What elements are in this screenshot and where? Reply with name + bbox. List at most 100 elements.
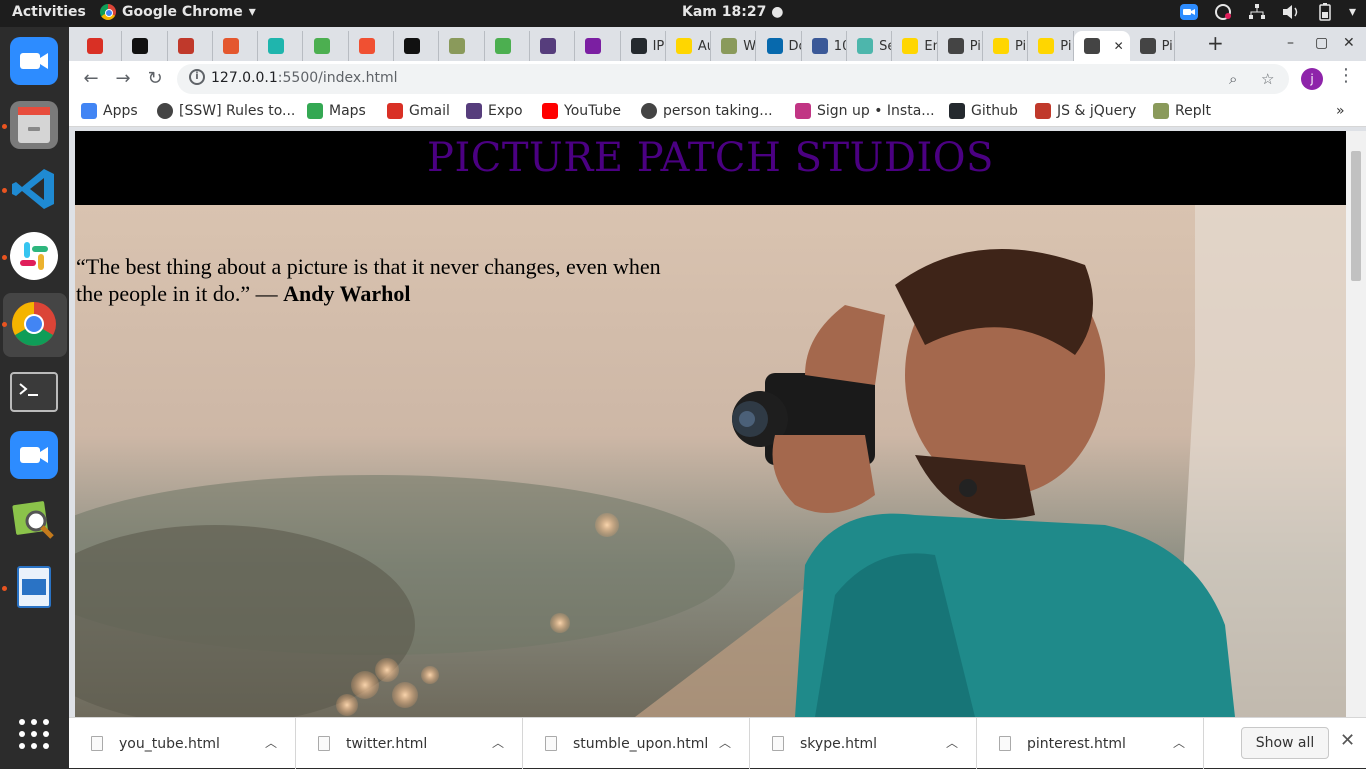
youtube-icon — [542, 103, 558, 119]
document-viewer-icon[interactable] — [10, 563, 58, 611]
browser-tab[interactable]: ✕ — [1073, 31, 1130, 61]
maps-icon — [307, 103, 323, 119]
browser-tab[interactable]: Pi — [1028, 31, 1074, 61]
address-url: 127.0.0.1:5500/index.html — [211, 70, 398, 86]
bookmark-item[interactable]: [SSW] Rules to... — [157, 103, 295, 119]
download-item[interactable]: pinterest.html ︿ — [977, 718, 1204, 769]
new-tab-button[interactable]: + — [1207, 31, 1224, 55]
volume-icon[interactable] — [1281, 3, 1301, 21]
browser-tab[interactable]: W — [711, 31, 757, 61]
bookmark-item[interactable]: Apps — [81, 103, 138, 119]
browser-tab[interactable]: Au — [666, 31, 712, 61]
bookmark-item[interactable]: Gmail — [387, 103, 450, 119]
close-download-shelf-icon[interactable]: ✕ — [1340, 730, 1355, 751]
site-info-icon[interactable]: i — [189, 69, 205, 85]
image-viewer-icon[interactable] — [10, 497, 58, 545]
browser-tab[interactable]: IP — [621, 31, 666, 61]
activities-button[interactable]: Activities — [12, 4, 86, 20]
browser-tab[interactable] — [258, 31, 304, 61]
browser-tab[interactable] — [439, 31, 485, 61]
chevron-down-icon[interactable]: ▾ — [1349, 4, 1356, 20]
forward-button[interactable]: → — [111, 67, 135, 91]
chevron-up-icon[interactable]: ︿ — [946, 734, 958, 751]
scrollbar-thumb[interactable] — [1351, 151, 1361, 281]
bookmark-item[interactable]: Maps — [307, 103, 366, 119]
ask-icon — [222, 38, 239, 54]
browser-tab[interactable] — [530, 31, 576, 61]
browser-tab[interactable] — [349, 31, 395, 61]
browser-tab[interactable] — [304, 31, 349, 61]
chevron-up-icon[interactable]: ︿ — [492, 734, 504, 751]
chevron-up-icon[interactable]: ︿ — [1173, 734, 1185, 751]
tree-icon — [721, 38, 738, 54]
show-all-downloads-button[interactable]: Show all — [1241, 727, 1329, 759]
browser-tab[interactable] — [394, 31, 440, 61]
download-item[interactable]: you_tube.html ︿ — [69, 718, 296, 769]
browser-tab[interactable] — [77, 31, 123, 61]
bookmark-item[interactable]: Sign up • Insta... — [795, 103, 935, 119]
vscode-icon[interactable] — [10, 165, 58, 213]
terminal-icon[interactable] — [10, 372, 58, 412]
minimize-icon[interactable]: – — [1287, 35, 1294, 51]
slack-icon[interactable] — [10, 232, 58, 280]
browser-toolbar: ← → ↻ i 127.0.0.1:5500/index.html ⌕ ☆ j … — [69, 61, 1366, 97]
more-bookmarks-icon[interactable]: » — [1336, 103, 1345, 119]
page-scrollbar[interactable] — [1346, 131, 1366, 717]
hero-quote: “The best thing about a picture is that … — [76, 253, 676, 307]
clock[interactable]: Kam 18:27 ● — [682, 4, 783, 20]
chrome-icon — [100, 4, 116, 20]
zoom-icon[interactable] — [10, 37, 58, 85]
tree-icon — [449, 38, 466, 54]
browser-tab[interactable]: Pi — [938, 31, 983, 61]
battery-icon[interactable] — [1315, 3, 1335, 21]
bookmark-item[interactable]: YouTube — [542, 103, 621, 119]
maximize-icon[interactable]: ▢ — [1315, 35, 1328, 51]
files-icon[interactable] — [10, 101, 58, 149]
bookmark-item[interactable]: Expo — [466, 103, 523, 119]
chevron-up-icon[interactable]: ︿ — [719, 734, 731, 751]
chrome-icon[interactable] — [10, 300, 58, 348]
bookmarks-bar: Apps [SSW] Rules to... Maps Gmail Expo YouTub… — [69, 97, 1366, 127]
system-top-bar: Activities Google Chrome ▾ Kam 18:27 ● ▾ — [0, 0, 1366, 27]
browser-menu-icon[interactable]: ⋮ — [1337, 65, 1355, 86]
bookmark-star-icon[interactable]: ☆ — [1261, 70, 1274, 88]
zoom-icon[interactable] — [10, 431, 58, 479]
browser-tab[interactable]: Se — [847, 31, 893, 61]
browser-tab[interactable] — [485, 31, 530, 61]
browser-tab[interactable] — [168, 31, 213, 61]
browser-tab[interactable]: Pi — [1130, 31, 1175, 61]
download-item[interactable]: skype.html ︿ — [750, 718, 977, 769]
close-window-icon[interactable]: ✕ — [1343, 35, 1355, 51]
browser-tab[interactable]: 10 — [802, 31, 848, 61]
browser-tab[interactable] — [122, 31, 168, 61]
back-button[interactable]: ← — [79, 67, 103, 91]
globe-icon — [947, 38, 964, 54]
chevron-down-icon: ▾ — [248, 4, 256, 20]
network-icon[interactable] — [1247, 3, 1267, 21]
close-tab-icon[interactable]: ✕ — [1114, 39, 1124, 53]
download-item[interactable]: twitter.html ︿ — [296, 718, 523, 769]
bookmark-item[interactable]: Github — [949, 103, 1018, 119]
browser-tab[interactable]: Pi — [983, 31, 1029, 61]
browser-tab[interactable]: En — [892, 31, 938, 61]
download-filename: you_tube.html — [119, 735, 220, 752]
bookmark-item[interactable]: person taking... — [641, 103, 773, 119]
zoom-tray-icon[interactable] — [1179, 3, 1199, 21]
profile-avatar[interactable]: j — [1301, 68, 1323, 90]
browser-tab[interactable] — [213, 31, 259, 61]
chevron-up-icon[interactable]: ︿ — [265, 734, 277, 751]
reload-button[interactable]: ↻ — [143, 67, 167, 91]
download-filename: skype.html — [800, 735, 878, 752]
bookmark-item[interactable]: JS & jQuery — [1035, 103, 1136, 119]
app-menu[interactable]: Google Chrome ▾ — [100, 4, 256, 20]
browser-tab[interactable] — [575, 31, 621, 61]
system-tray[interactable]: ▾ — [1179, 3, 1356, 21]
download-item[interactable]: stumble_upon.html ︿ — [523, 718, 750, 769]
slack-tray-icon[interactable] — [1213, 3, 1233, 21]
bookmark-item[interactable]: Replt — [1153, 103, 1211, 119]
browser-tab[interactable]: Do — [757, 31, 802, 61]
show-applications-icon[interactable] — [10, 710, 58, 758]
zoom-magnifier-icon[interactable]: ⌕ — [1229, 70, 1237, 88]
running-indicator — [2, 586, 7, 591]
address-bar[interactable]: i 127.0.0.1:5500/index.html ⌕ ☆ — [177, 64, 1289, 94]
